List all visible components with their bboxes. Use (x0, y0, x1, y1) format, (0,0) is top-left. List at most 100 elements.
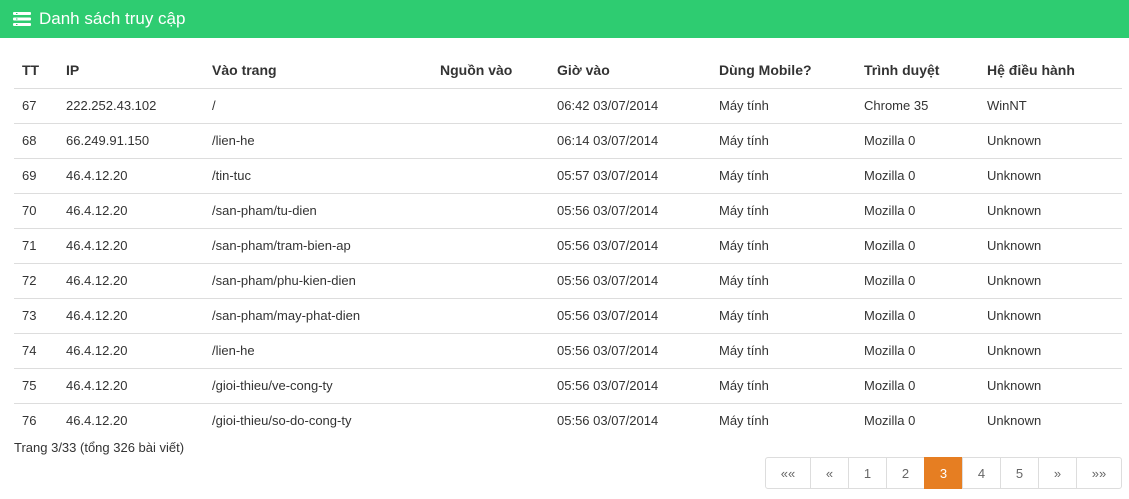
cell-browser: Mozilla 0 (856, 227, 979, 263)
cell-tt: 67 (22, 98, 37, 113)
cell-mobile: Máy tính (711, 192, 856, 228)
cell-ip: 66.249.91.150 (58, 122, 204, 158)
panel-title: Danh sách truy cập (39, 9, 186, 28)
cell-time: 05:57 03/07/2014 (549, 157, 711, 193)
cell-browser: Mozilla 0 (856, 367, 979, 403)
cell-source (432, 122, 549, 158)
page-button-1[interactable]: 1 (848, 457, 887, 489)
cell-source (432, 192, 549, 228)
cell-ip: 46.4.12.20 (58, 332, 204, 368)
cell-os: Unknown (979, 122, 1122, 158)
table-header-row: TT IP Vào trang Nguồn vào Giờ vào Dùng M… (14, 53, 1122, 89)
cell-time: 05:56 03/07/2014 (549, 227, 711, 263)
cell-tt: 71 (14, 227, 58, 263)
table-row: 67 222.252.43.102 / 06:42 03/07/2014 Máy tín… (14, 88, 1122, 123)
cell-os: Unknown (979, 402, 1122, 438)
cell-browser: Mozilla 0 (856, 192, 979, 228)
page-button-3-current[interactable]: 3 (924, 457, 963, 489)
cell-os: WinNT (987, 98, 1027, 113)
cell-mobile: Máy tính (711, 297, 856, 333)
cell-tt: 72 (14, 262, 58, 298)
cell-ip: 46.4.12.20 (58, 227, 204, 263)
access-table: TT IP Vào trang Nguồn vào Giờ vào Dùng M… (14, 53, 1122, 438)
last-page-button[interactable]: »» (1076, 457, 1122, 489)
page-button-2[interactable]: 2 (886, 457, 925, 489)
table-row: 72 46.4.12.20/san-pham/phu-kien-dien 05:56… (14, 262, 1122, 298)
cell-time: 05:56 03/07/2014 (549, 332, 711, 368)
cell-time: 06:42 03/07/2014 (557, 98, 659, 113)
cell-page: /san-pham/tram-bien-ap (204, 227, 432, 263)
column-header-tt: TT (14, 53, 58, 89)
next-page-button[interactable]: » (1038, 457, 1077, 489)
cell-ip: 46.4.12.20 (58, 262, 204, 298)
pagination: «« « 1 2 3 4 5 » »» (765, 457, 1122, 489)
table-body: 67 222.252.43.102 / 06:42 03/07/2014 Máy tín… (14, 88, 1122, 438)
cell-os: Unknown (979, 297, 1122, 333)
cell-tt: 73 (14, 297, 58, 333)
cell-mobile: Máy tính (711, 262, 856, 298)
cell-mobile: Máy tính (719, 98, 769, 113)
cell-time: 05:56 03/07/2014 (549, 262, 711, 298)
cell-tt: 76 (14, 402, 58, 438)
column-header-time: Giờ vào (549, 53, 711, 89)
page-info: Trang 3/33 (tổng 326 bài viết) (14, 440, 185, 455)
cell-tt: 69 (14, 157, 58, 193)
cell-page: / (212, 98, 216, 113)
cell-browser: Mozilla 0 (856, 122, 979, 158)
cell-os: Unknown (979, 367, 1122, 403)
cell-source (432, 402, 549, 438)
cell-mobile: Máy tính (711, 157, 856, 193)
cell-page: /gioi-thieu/ve-cong-ty (204, 367, 432, 403)
cell-tt: 75 (14, 367, 58, 403)
cell-os: Unknown (979, 157, 1122, 193)
table-row: 76 46.4.12.20/gioi-thieu/so-do-cong-ty 05:… (14, 402, 1122, 438)
page-button-4[interactable]: 4 (962, 457, 1001, 489)
cell-mobile: Máy tính (711, 367, 856, 403)
cell-time: 05:56 03/07/2014 (549, 192, 711, 228)
cell-source (432, 332, 549, 368)
cell-browser: Mozilla 0 (856, 332, 979, 368)
column-header-os: Hệ điều hành (979, 53, 1122, 89)
cell-page: /san-pham/may-phat-dien (204, 297, 432, 333)
cell-source (432, 297, 549, 333)
column-header-source: Nguồn vào (432, 53, 549, 89)
table-row: 75 46.4.12.20/gioi-thieu/ve-cong-ty 05:56 … (14, 367, 1122, 403)
cell-browser: Chrome 35 (864, 98, 929, 113)
cell-source (432, 88, 549, 123)
cell-browser: Mozilla 0 (856, 262, 979, 298)
cell-os: Unknown (979, 332, 1122, 368)
cell-mobile: Máy tính (711, 227, 856, 263)
cell-browser: Mozilla 0 (856, 297, 979, 333)
table-row: 68 66.249.91.150/lien-he 06:14 03/07/2014 M… (14, 122, 1122, 158)
table-row: 70 46.4.12.20/san-pham/tu-dien 05:56 03/07… (14, 192, 1122, 228)
cell-page: /tin-tuc (204, 157, 432, 193)
cell-ip: 46.4.12.20 (58, 367, 204, 403)
first-page-button[interactable]: «« (765, 457, 811, 489)
cell-ip: 46.4.12.20 (58, 402, 204, 438)
prev-page-button[interactable]: « (810, 457, 849, 489)
cell-source (432, 157, 549, 193)
cell-page: /san-pham/tu-dien (204, 192, 432, 228)
list-icon (13, 12, 31, 26)
cell-os: Unknown (979, 262, 1122, 298)
cell-tt: 74 (14, 332, 58, 368)
table-row: 71 46.4.12.20/san-pham/tram-bien-ap 05:56 … (14, 227, 1122, 263)
cell-mobile: Máy tính (711, 122, 856, 158)
cell-page: /lien-he (204, 332, 432, 368)
cell-page: /san-pham/phu-kien-dien (204, 262, 432, 298)
table-row: 74 46.4.12.20/lien-he 05:56 03/07/2014 Máy … (14, 332, 1122, 368)
cell-browser: Mozilla 0 (856, 402, 979, 438)
column-header-browser: Trình duyệt (856, 53, 979, 89)
cell-ip: 222.252.43.102 (66, 98, 157, 113)
cell-os: Unknown (979, 192, 1122, 228)
cell-os: Unknown (979, 227, 1122, 263)
column-header-mobile: Dùng Mobile? (711, 53, 856, 89)
page-button-5[interactable]: 5 (1000, 457, 1039, 489)
column-header-ip: IP (58, 53, 204, 89)
cell-time: 06:14 03/07/2014 (549, 122, 711, 158)
cell-source (432, 262, 549, 298)
cell-time: 05:56 03/07/2014 (549, 297, 711, 333)
cell-ip: 46.4.12.20 (58, 297, 204, 333)
cell-browser: Mozilla 0 (856, 157, 979, 193)
cell-ip: 46.4.12.20 (58, 157, 204, 193)
